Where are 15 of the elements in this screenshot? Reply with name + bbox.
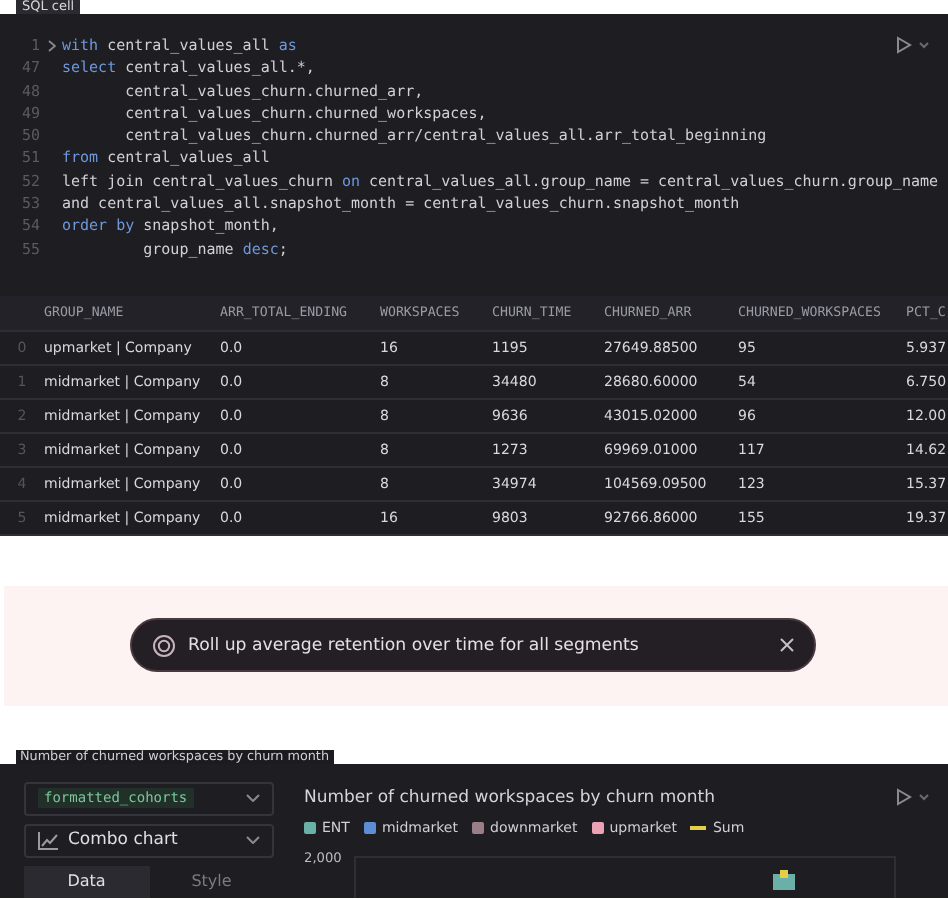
chart-type-dropdown[interactable]: Combo chart <box>24 823 274 858</box>
close-icon[interactable] <box>780 638 794 653</box>
suggestion-pill[interactable]: Roll up average retention over time for all segments <box>130 618 816 673</box>
panel-tab[interactable]: Data <box>24 865 149 898</box>
chart-title: Number of churned workspaces by churn month <box>304 787 715 808</box>
chevron-down-icon <box>246 794 260 803</box>
chevron-down-icon <box>246 836 260 845</box>
chart-type-label: Combo chart <box>68 830 178 851</box>
line-chart-icon <box>38 831 58 850</box>
bar-drawing <box>771 869 796 890</box>
sparkle-ring-icon <box>152 633 176 658</box>
suggestion-text: Roll up average retention over time for all segments <box>188 635 641 656</box>
run-icon[interactable] <box>896 36 932 54</box>
run-icon[interactable] <box>896 787 932 806</box>
chevron-icon[interactable] <box>47 39 55 52</box>
